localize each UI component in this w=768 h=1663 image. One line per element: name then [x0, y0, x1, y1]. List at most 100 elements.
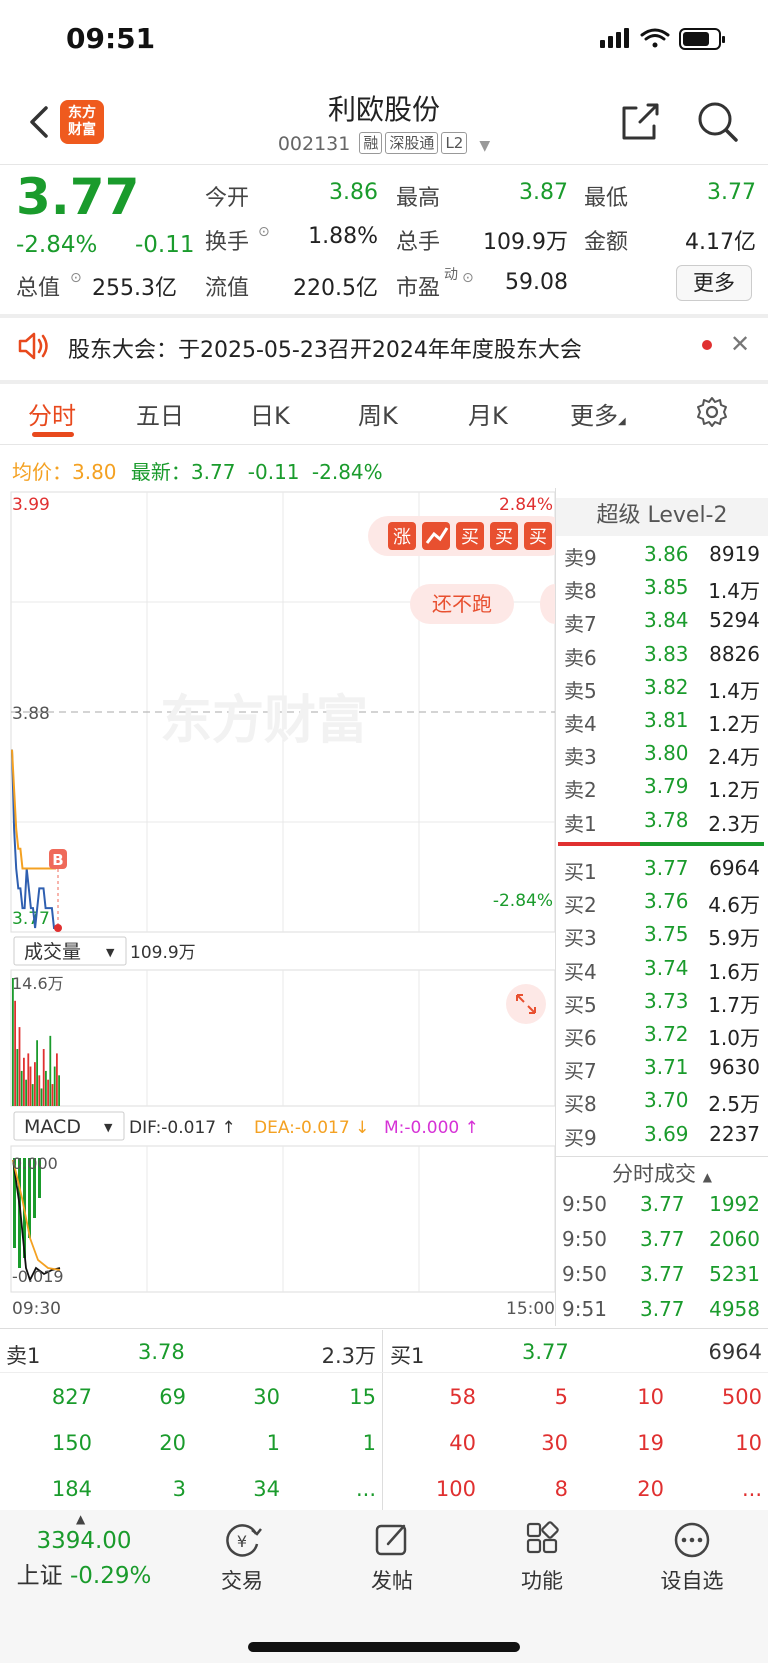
status-time: 09:51 [66, 22, 156, 55]
chart-settings-button[interactable] [696, 396, 728, 432]
high-value: 3.87 [519, 180, 568, 205]
nav-add-watchlist[interactable]: 设自选 [632, 1520, 752, 1595]
info-icon[interactable]: ⊙ [258, 224, 270, 240]
ask-row[interactable]: 卖3 3.80 2.4万 [562, 741, 760, 771]
nav-functions[interactable]: 功能 [482, 1520, 602, 1595]
gear-icon [697, 397, 727, 427]
ask-price: 3.81 [644, 708, 689, 732]
info-icon[interactable]: ⊙ [70, 270, 82, 286]
sell-queue-cell: 150 [51, 1431, 92, 1455]
volume-bar [47, 1079, 49, 1106]
ask-row[interactable]: 卖4 3.81 1.2万 [562, 708, 760, 738]
buy-marker-label: B [52, 851, 63, 869]
chart-info-line: 均价：3.80 最新：3.77 -0.11 -2.84% [12, 456, 383, 485]
bid-price: 3.71 [644, 1055, 689, 1080]
info-icon[interactable]: ⊙ [462, 270, 474, 286]
buy-marker[interactable]: B [49, 849, 67, 932]
close-icon[interactable]: ✕ [730, 330, 750, 358]
ask-level: 卖4 [564, 712, 597, 736]
buy-queue-cell: 40 [449, 1431, 476, 1455]
bid-row[interactable]: 买3 3.75 5.9万 [562, 922, 760, 952]
ask-level: 卖1 [564, 811, 597, 836]
svg-text:¥: ¥ [237, 1532, 247, 1551]
nav-trade-label: 交易 [221, 1569, 263, 1593]
ticks-title[interactable]: 分时成交 ▲ [556, 1158, 768, 1188]
bid-price: 3.70 [644, 1088, 689, 1113]
volume-bar [18, 1027, 21, 1106]
ask-row[interactable]: 卖8 3.85 1.4万 [562, 575, 760, 605]
volume-bar [51, 1084, 54, 1106]
macd-bottom-label: -0.019 [12, 1267, 64, 1286]
latest-pct: -2.84% [311, 460, 383, 484]
nav-trade[interactable]: ¥ 交易 [182, 1520, 302, 1595]
buy-queue-cell: 500 [721, 1385, 762, 1409]
bid-level: 买5 [564, 992, 597, 1017]
bid-row[interactable]: 买8 3.70 2.5万 [562, 1088, 760, 1118]
signal-icon [600, 28, 629, 48]
level2-title[interactable]: 超级 Level-2 [556, 498, 768, 536]
nav-post[interactable]: 发帖 [332, 1520, 452, 1595]
sell-queue-cell: 184 [51, 1477, 92, 1501]
grid-icon [526, 1521, 559, 1554]
ask-row[interactable]: 卖6 3.83 8826 [562, 642, 760, 672]
sell-queue-cell: 20 [159, 1431, 186, 1455]
bid-row[interactable]: 买5 3.73 1.7万 [562, 989, 760, 1019]
bid-row[interactable]: 买2 3.76 4.6万 [562, 889, 760, 919]
volume-max-label: 14.6万 [12, 974, 64, 993]
promo-pill[interactable]: 还不跑 [410, 584, 556, 624]
search-button[interactable] [696, 100, 740, 144]
tab-weekly-k[interactable]: 周K [358, 396, 398, 431]
macd-selector-label: MACD [24, 1116, 81, 1138]
ask-row[interactable]: 卖5 3.82 1.4万 [562, 675, 760, 705]
tab-more[interactable]: 更多◢ [570, 396, 626, 431]
bid-price: 3.77 [644, 856, 689, 880]
share-button[interactable] [618, 100, 662, 144]
ask-row[interactable]: 卖1 3.78 2.3万 [562, 808, 760, 838]
tab-monthly-k[interactable]: 月K [468, 396, 508, 431]
low-label: 最低 [584, 186, 629, 211]
bid-row[interactable]: 买6 3.72 1.0万 [562, 1022, 760, 1052]
ask-row[interactable]: 卖9 3.86 8919 [562, 542, 760, 572]
bid-row[interactable]: 买9 3.69 2237 [562, 1122, 760, 1152]
tab-intraday[interactable]: 分时 [28, 396, 76, 431]
bid-level: 买4 [564, 959, 597, 984]
promo-banner[interactable]: 涨 买 买 买 [368, 516, 556, 556]
change-value: -0.11 [135, 232, 195, 258]
tab-daily-k[interactable]: 日K [250, 396, 290, 431]
tick-row: 9:50 3.77 5231 [560, 1262, 760, 1292]
ask-row[interactable]: 卖2 3.79 1.2万 [562, 774, 760, 804]
wifi-icon [640, 28, 670, 48]
tick-time: 9:50 [562, 1192, 607, 1216]
volume-bar [20, 1070, 23, 1106]
ask-row[interactable]: 卖7 3.84 5294 [562, 608, 760, 638]
ask-volume: 1.4万 [708, 678, 760, 703]
volume-bar [53, 1066, 56, 1106]
macd-dea: DEA:-0.017 ↓ [254, 1118, 369, 1138]
bid-row[interactable]: 买4 3.74 1.6万 [562, 956, 760, 986]
volume-bar [56, 1053, 58, 1106]
tab-five-day[interactable]: 五日 [136, 396, 184, 431]
volume-value: 109.9万 [483, 230, 568, 255]
bid-price: 3.73 [644, 988, 689, 1013]
bid-level: 买7 [564, 1059, 597, 1084]
index-ticker[interactable]: 3394.00 上证 -0.29% [0, 1528, 168, 1590]
bid-volume: 2.5万 [708, 1092, 760, 1117]
volume-bar [27, 1053, 30, 1106]
intraday-chart[interactable]: 东方财富 3.99 3.88 3.77 2.84% -2.84% 涨 买 买 买… [0, 488, 556, 1326]
trade-icon: ¥ [226, 1524, 262, 1557]
bb-buy-price: 3.77 [522, 1340, 569, 1364]
divider [556, 1156, 768, 1157]
sell-queue-cell: ... [355, 1477, 376, 1501]
search-icon [698, 102, 738, 142]
bid-row[interactable]: 买1 3.77 6964 [562, 856, 760, 886]
caret-up-icon: ▲ [702, 1170, 712, 1184]
ask-level: 卖9 [564, 546, 597, 570]
more-quote-button[interactable]: 更多 [676, 265, 752, 301]
expand-button[interactable] [506, 984, 546, 1024]
buy-queue-cell: 19 [637, 1431, 664, 1455]
volume-bar [14, 1000, 16, 1106]
banner-char-2: 买 [461, 527, 479, 548]
index-value: 3394.00 [36, 1528, 132, 1554]
bid-row[interactable]: 买7 3.71 9630 [562, 1055, 760, 1085]
tick-time: 9:51 [562, 1297, 607, 1321]
